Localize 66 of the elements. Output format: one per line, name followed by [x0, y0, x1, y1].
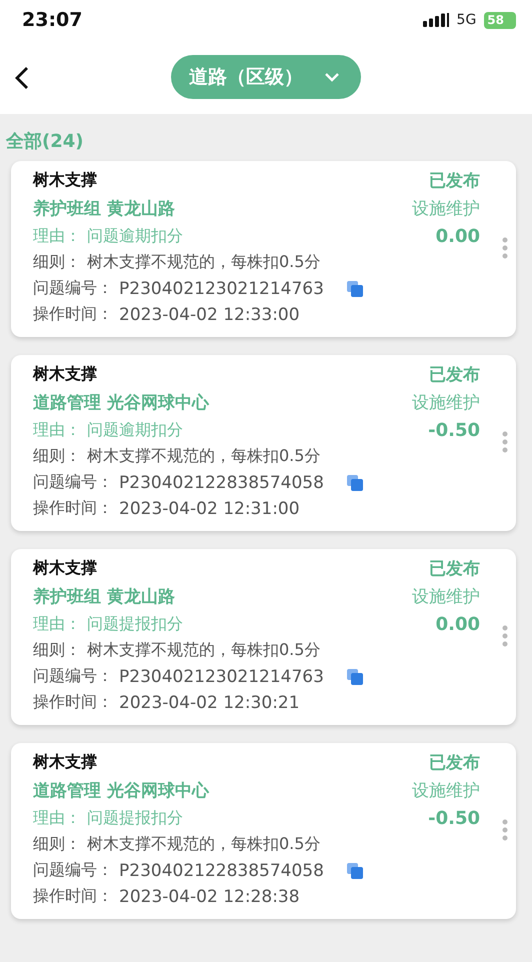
time-label: 操作时间：	[33, 304, 113, 325]
rule-value: 树木支撑不规范的，每株扣0.5分	[87, 640, 320, 661]
reason-value: 问题逾期扣分	[87, 226, 183, 246]
operation-time: 2023-04-02 12:31:00	[119, 498, 300, 518]
rule-label: 细则：	[33, 446, 81, 467]
team-road: 养护班组 黄龙山路	[33, 198, 175, 220]
status-label: 已发布	[429, 752, 480, 774]
score-value: -0.50	[428, 420, 480, 440]
id-label: 问题编号：	[33, 666, 113, 687]
record-card[interactable]: 树木支撑 已发布 养护班组 黄龙山路 设施维护 理由： 问题逾期扣分 0.00 细则： 树木支撑不规范的，每株扣0.5分 问题编号： P230402123021214763 操作时间： 2023-04-02 12:33:00	[11, 161, 516, 337]
team-road: 道路管理 光谷网球中心	[33, 392, 209, 414]
score-value: 0.00	[436, 226, 480, 246]
score-value: -0.50	[428, 808, 480, 828]
reason-label: 理由：	[33, 808, 81, 828]
record-title: 树木支撑	[33, 558, 97, 579]
category-label: 设施维护	[412, 780, 480, 802]
copy-icon[interactable]	[346, 474, 364, 492]
record-title: 树木支撑	[33, 170, 97, 191]
issue-id: P230402123021214763	[119, 666, 324, 686]
record-card[interactable]: 树木支撑 已发布 道路管理 光谷网球中心 设施维护 理由： 问题提报扣分 -0.50 细则： 树木支撑不规范的，每株扣0.5分 问题编号： P230402122838574058 操作时间： 2023-04-02 12:28:38	[11, 743, 516, 919]
issue-id: P230402122838574058	[119, 860, 324, 880]
status-label: 已发布	[429, 364, 480, 386]
copy-icon[interactable]	[346, 862, 364, 880]
issue-id: P230402122838574058	[119, 472, 324, 492]
reason-value: 问题提报扣分	[87, 808, 183, 828]
network-label: 5G	[456, 12, 476, 28]
status-label: 已发布	[429, 170, 480, 192]
record-title: 树木支撑	[33, 752, 97, 773]
issue-id: P230402123021214763	[119, 278, 324, 298]
category-label: 设施维护	[412, 198, 480, 220]
record-title: 树木支撑	[33, 364, 97, 385]
time-label: 操作时间：	[33, 692, 113, 713]
rule-value: 树木支撑不规范的，每株扣0.5分	[87, 834, 320, 855]
status-label: 已发布	[429, 558, 480, 580]
reason-value: 问题提报扣分	[87, 614, 183, 634]
team-road: 养护班组 黄龙山路	[33, 586, 175, 608]
operation-time: 2023-04-02 12:28:38	[119, 886, 300, 906]
category-label: 设施维护	[412, 586, 480, 608]
operation-time: 2023-04-02 12:33:00	[119, 304, 300, 324]
operation-time: 2023-04-02 12:30:21	[119, 692, 300, 712]
category-label: 设施维护	[412, 392, 480, 414]
reason-label: 理由：	[33, 226, 81, 246]
reason-value: 问题逾期扣分	[87, 420, 183, 440]
id-label: 问题编号：	[33, 860, 113, 881]
reason-label: 理由：	[33, 614, 81, 634]
time-label: 操作时间：	[33, 498, 113, 519]
copy-icon[interactable]	[346, 280, 364, 298]
signal-icon	[422, 13, 449, 27]
copy-icon[interactable]	[346, 668, 364, 686]
team-road: 道路管理 光谷网球中心	[33, 780, 209, 802]
score-value: 0.00	[436, 614, 480, 634]
time-label: 操作时间：	[33, 886, 113, 907]
rule-label: 细则：	[33, 834, 81, 855]
record-card[interactable]: 树木支撑 已发布 养护班组 黄龙山路 设施维护 理由： 问题提报扣分 0.00 细则： 树木支撑不规范的，每株扣0.5分 问题编号： P230402123021214763 操作时间： 2023-04-02 12:30:21	[11, 549, 516, 725]
id-label: 问题编号：	[33, 472, 113, 493]
rule-label: 细则：	[33, 640, 81, 661]
rule-value: 树木支撑不规范的，每株扣0.5分	[87, 446, 320, 467]
reason-label: 理由：	[33, 420, 81, 440]
rule-value: 树木支撑不规范的，每株扣0.5分	[87, 252, 320, 273]
chevron-down-icon	[325, 72, 339, 82]
status-time: 23:07	[22, 9, 82, 31]
id-label: 问题编号：	[33, 278, 113, 299]
battery-level: 58	[484, 12, 516, 28]
rule-label: 细则：	[33, 252, 81, 273]
back-icon[interactable]	[14, 66, 30, 90]
record-card[interactable]: 树木支撑 已发布 道路管理 光谷网球中心 设施维护 理由： 问题逾期扣分 -0.50 细则： 树木支撑不规范的，每株扣0.5分 问题编号： P230402122838574058 操作时间： 2023-04-02 12:31:00	[11, 355, 516, 531]
